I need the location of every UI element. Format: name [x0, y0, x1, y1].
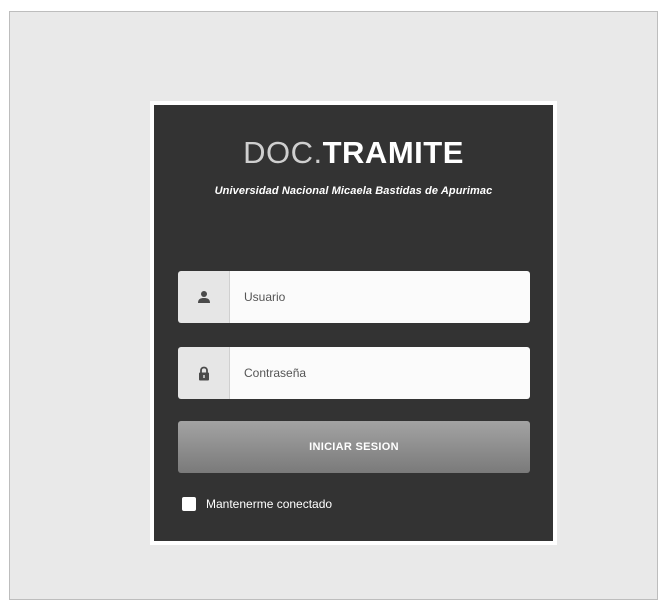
user-icon: [197, 290, 211, 304]
login-panel: DOC.TRAMITE Universidad Nacional Micaela…: [154, 105, 553, 541]
app-title-prefix: DOC.: [243, 135, 323, 170]
username-addon: [178, 271, 230, 323]
login-button[interactable]: INICIAR SESION: [178, 421, 530, 473]
page-background: DOC.TRAMITE Universidad Nacional Micaela…: [9, 11, 658, 600]
login-card: DOC.TRAMITE Universidad Nacional Micaela…: [150, 101, 557, 545]
remember-me-checkbox[interactable]: [182, 497, 196, 511]
remember-me-label[interactable]: Mantenerme conectado: [206, 497, 332, 511]
remember-me-row: Mantenerme conectado: [182, 497, 332, 511]
app-title-main: TRAMITE: [322, 135, 464, 170]
password-group: [178, 347, 530, 399]
password-addon: [178, 347, 230, 399]
username-input[interactable]: [230, 271, 530, 323]
institution-subtitle: Universidad Nacional Micaela Bastidas de…: [214, 185, 493, 197]
password-input[interactable]: [230, 347, 530, 399]
username-group: [178, 271, 530, 323]
lock-icon: [197, 366, 211, 381]
app-title: DOC.TRAMITE: [154, 135, 553, 171]
